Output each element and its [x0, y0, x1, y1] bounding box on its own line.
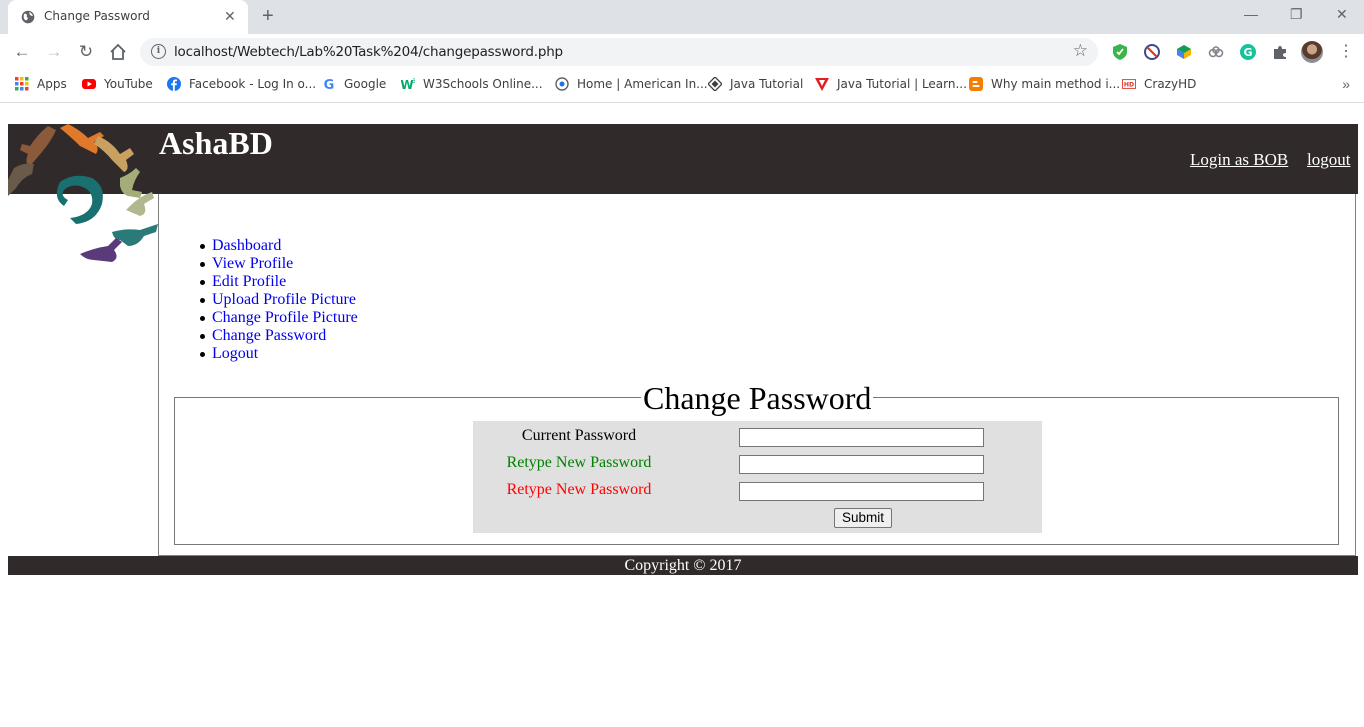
shield-extension-icon[interactable] — [1111, 43, 1129, 61]
nav-link-view-profile[interactable]: View Profile — [212, 255, 293, 272]
bookmark-blogger[interactable]: Why main method i... — [969, 77, 1120, 95]
site-info-icon[interactable]: i — [151, 44, 166, 59]
diamond-icon — [708, 77, 722, 91]
sidebar-nav: Dashboard View Profile Edit Profile Uplo… — [200, 237, 358, 363]
close-window-icon[interactable]: ✕ — [1336, 6, 1348, 23]
site-footer: Copyright © 2017 — [8, 556, 1358, 575]
nav-item-logout: Logout — [200, 345, 358, 363]
current-password-input[interactable] — [739, 428, 984, 447]
browser-toolbar: ← → ↻ i localhost/Webtech/Lab%20Task%204… — [0, 34, 1364, 70]
retype-password-label: Retype New Password — [506, 481, 652, 498]
bookmark-american[interactable]: Home | American In... — [555, 77, 708, 95]
bookmark-label: Google — [344, 77, 387, 91]
change-password-form: Current Password Retype New Password Ret… — [473, 421, 1042, 533]
svg-text:G: G — [1243, 46, 1252, 59]
hd-icon: HD — [1122, 79, 1136, 89]
fieldset-legend: Change Password — [641, 378, 874, 418]
bookmark-label: Home | American In... — [577, 77, 708, 91]
bookmark-label: Java Tutorial — [730, 77, 804, 91]
retype-password-input[interactable] — [739, 482, 984, 501]
bookmark-youtube[interactable]: YouTube — [82, 77, 153, 95]
blogger-icon — [969, 77, 983, 91]
bookmark-java-tutorial[interactable]: Java Tutorial — [708, 77, 803, 95]
url-text[interactable]: localhost/Webtech/Lab%20Task%204/changep… — [174, 44, 563, 60]
grammarly-icon[interactable]: G — [1239, 43, 1257, 61]
home-icon[interactable] — [108, 42, 128, 62]
bookmarks-bar: Apps YouTube Facebook - Log In o... G Goo… — [0, 70, 1364, 103]
w3schools-icon: W3 — [401, 78, 415, 91]
bookmark-label: Java Tutorial | Learn... — [837, 77, 967, 91]
svg-text:G: G — [324, 78, 335, 91]
nav-link-change-password[interactable]: Change Password — [212, 327, 326, 344]
login-as-link[interactable]: Login as BOB — [1190, 150, 1288, 170]
tab-close-icon[interactable]: ✕ — [224, 9, 236, 23]
globe-icon — [21, 10, 35, 24]
bookmark-w3schools[interactable]: W 3 W3Schools Online... — [401, 77, 543, 95]
nav-item-change-picture: Change Profile Picture — [200, 309, 358, 327]
block-extension-icon[interactable] — [1143, 43, 1161, 61]
bookmark-facebook[interactable]: Facebook - Log In o... — [167, 77, 316, 95]
nav-link-logout[interactable]: Logout — [212, 345, 258, 362]
restore-icon[interactable]: ❐ — [1290, 6, 1303, 23]
site-title: AshaBD — [159, 125, 273, 161]
tab-strip: Change Password ✕ + — ❐ ✕ — [0, 0, 1364, 34]
hands-logo-icon — [8, 124, 158, 262]
new-password-label: Retype New Password — [506, 454, 652, 471]
bookmark-javatpoint[interactable]: Java Tutorial | Learn... — [815, 77, 967, 95]
address-bar[interactable]: i localhost/Webtech/Lab%20Task%204/chang… — [140, 38, 1098, 66]
svg-text:3: 3 — [412, 78, 415, 85]
forward-icon[interactable]: → — [44, 42, 64, 62]
bookmark-label: W3Schools Online... — [423, 77, 543, 91]
bookmark-crazyhd[interactable]: HD CrazyHD — [1122, 77, 1196, 95]
browser-tab[interactable]: Change Password ✕ — [8, 0, 248, 34]
bookmark-apps[interactable]: Apps — [15, 77, 67, 95]
menu-kebab-icon[interactable]: ⋮ — [1336, 42, 1356, 62]
more-bookmarks-icon[interactable]: » — [1342, 76, 1350, 92]
nav-item-change-password: Change Password — [200, 327, 358, 345]
tab-title: Change Password — [44, 9, 150, 23]
cloud-extension-icon[interactable] — [1207, 43, 1225, 61]
bookmark-label: Facebook - Log In o... — [189, 77, 317, 91]
svg-text:HD: HD — [1124, 82, 1134, 89]
nav-link-dashboard[interactable]: Dashboard — [212, 237, 281, 254]
apps-grid-icon — [15, 77, 29, 91]
nav-item-view-profile: View Profile — [200, 255, 358, 273]
javatpoint-icon — [815, 78, 829, 91]
youtube-icon — [82, 79, 96, 89]
bookmark-label: Apps — [37, 77, 67, 91]
google-icon: G — [324, 78, 335, 91]
nav-link-upload-picture[interactable]: Upload Profile Picture — [212, 291, 356, 308]
back-icon[interactable]: ← — [12, 42, 32, 62]
reload-icon[interactable]: ↻ — [76, 42, 96, 62]
bookmark-google[interactable]: G Google — [322, 77, 387, 95]
bookmark-label: YouTube — [104, 77, 153, 91]
new-tab-icon[interactable]: + — [262, 6, 274, 26]
globe-icon — [555, 77, 569, 91]
submit-button[interactable]: Submit — [834, 508, 893, 528]
extensions-puzzle-icon[interactable] — [1271, 43, 1289, 61]
bookmark-label: Why main method i... — [991, 77, 1121, 91]
facebook-icon — [167, 77, 181, 91]
nav-link-edit-profile[interactable]: Edit Profile — [212, 273, 286, 290]
nav-item-edit-profile: Edit Profile — [200, 273, 358, 291]
nav-item-dashboard: Dashboard — [200, 237, 358, 255]
bookmark-star-icon[interactable]: ☆ — [1073, 41, 1088, 61]
cube-extension-icon[interactable] — [1175, 43, 1193, 61]
current-password-label: Current Password — [521, 427, 637, 444]
nav-item-upload-picture: Upload Profile Picture — [200, 291, 358, 309]
minimize-icon[interactable]: — — [1244, 6, 1258, 22]
nav-link-change-picture[interactable]: Change Profile Picture — [212, 309, 358, 326]
profile-avatar[interactable] — [1301, 41, 1323, 63]
new-password-input[interactable] — [739, 455, 984, 474]
bookmark-label: CrazyHD — [1144, 77, 1197, 91]
header-logout-link[interactable]: logout — [1307, 150, 1350, 170]
web-page: AshaBD Login as BOB logout Dashboard Vie… — [0, 103, 1364, 727]
